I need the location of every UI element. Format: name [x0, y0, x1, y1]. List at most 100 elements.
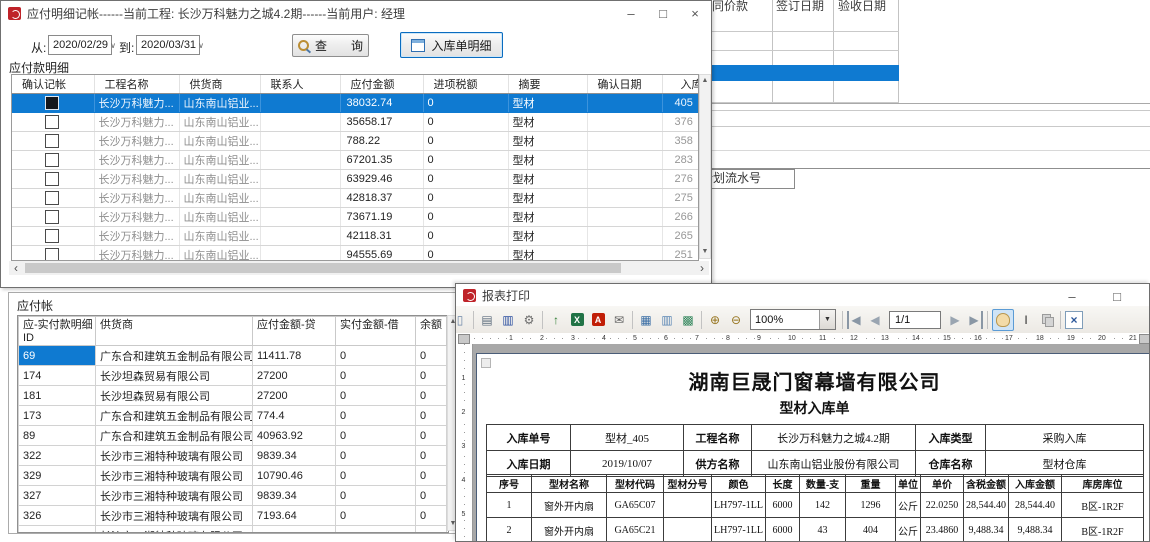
cell[interactable]: 283: [662, 151, 698, 170]
cell[interactable]: [587, 246, 662, 262]
cell[interactable]: 长沙坦森贸易有限公司: [96, 366, 253, 386]
table-row[interactable]: 长沙万科魅力...山东南山铝业...94555.690型材251: [12, 246, 698, 262]
maximize-button[interactable]: □: [1101, 284, 1133, 308]
table-row[interactable]: 长沙万科魅力...山东南山铝业...42118.310型材265: [12, 227, 698, 246]
cell[interactable]: 265: [662, 227, 698, 246]
cell[interactable]: 长沙万科魅力...: [94, 94, 179, 113]
cell[interactable]: 0: [416, 466, 447, 486]
cell[interactable]: [260, 246, 340, 262]
confirm-checkbox[interactable]: [45, 134, 59, 148]
cell[interactable]: 0: [336, 406, 416, 426]
zoom-in-icon[interactable]: ⊕: [706, 311, 724, 329]
cell[interactable]: 251: [662, 246, 698, 262]
table-row[interactable]: 322长沙市三湘特种玻璃有限公司9839.3400: [19, 446, 447, 466]
cell[interactable]: 山东南山铝业...: [179, 113, 260, 132]
table-row[interactable]: 长沙万科魅力...山东南山铝业...35658.170型材376: [12, 113, 698, 132]
minimize-button[interactable]: –: [615, 1, 647, 25]
cell[interactable]: 广东合和建筑五金制品有限公司: [96, 426, 253, 446]
cell[interactable]: [260, 208, 340, 227]
cell[interactable]: 69: [19, 346, 96, 366]
confirm-checkbox[interactable]: [45, 191, 59, 205]
cell[interactable]: 0: [423, 208, 508, 227]
cell[interactable]: [587, 189, 662, 208]
cell[interactable]: 0: [423, 94, 508, 113]
cell[interactable]: 山东南山铝业...: [179, 246, 260, 262]
title-bar[interactable]: 报表打印: [456, 284, 1149, 306]
save-icon[interactable]: ▦: [637, 311, 655, 329]
column-header[interactable]: 实付金额-借: [336, 317, 416, 346]
cell[interactable]: 67201.35: [340, 151, 423, 170]
table-row[interactable]: 89广东合和建筑五金制品有限公司40963.9200: [19, 426, 447, 446]
cell[interactable]: [260, 170, 340, 189]
cell[interactable]: [587, 113, 662, 132]
page-number-input[interactable]: 1/1: [889, 311, 941, 329]
cell[interactable]: 型材: [508, 94, 587, 113]
cell[interactable]: [587, 94, 662, 113]
plan-serial-field[interactable]: 计划流水号: [700, 169, 795, 189]
title-bar[interactable]: 应付明细记帐------当前工程: 长沙万科魅力之城4.2期------当前用户…: [1, 1, 711, 25]
cell[interactable]: 0: [336, 426, 416, 446]
cell[interactable]: 0: [336, 486, 416, 506]
cell[interactable]: 0: [416, 486, 447, 506]
column-header[interactable]: 摘要: [508, 75, 587, 94]
cell[interactable]: [416, 526, 447, 534]
zoom-out-icon[interactable]: ⊖: [727, 311, 745, 329]
chart-icon[interactable]: ▩: [679, 311, 697, 329]
cell[interactable]: 长沙万科魅力...: [94, 170, 179, 189]
cell[interactable]: 0: [416, 446, 447, 466]
chevron-down-icon[interactable]: ▼: [819, 310, 835, 329]
column-header[interactable]: 工程名称: [94, 75, 179, 94]
cell[interactable]: 27200: [253, 366, 336, 386]
cell[interactable]: 42118.31: [340, 227, 423, 246]
cell[interactable]: 型材: [508, 246, 587, 262]
cell[interactable]: 长沙万科魅力...: [94, 132, 179, 151]
scroll-right-icon[interactable]: ›: [695, 262, 709, 275]
table-row[interactable]: 327长沙市三湘特种玻璃有限公司9839.3400: [19, 486, 447, 506]
minimize-button[interactable]: –: [1056, 284, 1088, 308]
cell[interactable]: 11411.78: [253, 346, 336, 366]
column-header[interactable]: 确认记帐: [12, 75, 94, 94]
table-row[interactable]: 长沙万科魅力...山东南山铝业...73671.190型材266: [12, 208, 698, 227]
column-header[interactable]: 供货商: [179, 75, 260, 94]
column-header[interactable]: 联系人: [260, 75, 340, 94]
hand-tool-icon[interactable]: [992, 309, 1014, 331]
cell[interactable]: [260, 189, 340, 208]
table-row[interactable]: 长沙万科魅力...山东南山铝业...63929.460型材276: [12, 170, 698, 189]
pdf-icon[interactable]: A: [589, 311, 607, 329]
cell[interactable]: 长沙万科魅力...: [94, 189, 179, 208]
cell[interactable]: 9839.34: [253, 486, 336, 506]
cell[interactable]: 型材: [508, 132, 587, 151]
table-row[interactable]: 326长沙市三湘特种玻璃有限公司7193.6400: [19, 506, 447, 526]
cell[interactable]: 40963.92: [253, 426, 336, 446]
query-button[interactable]: 查 询: [292, 34, 369, 57]
prev-page-icon[interactable]: ◀: [866, 311, 884, 329]
cell[interactable]: 型材: [508, 189, 587, 208]
cell[interactable]: 788.22: [340, 132, 423, 151]
column-header[interactable]: 应-实付款明细ID: [19, 317, 96, 346]
cell[interactable]: 山东南山铝业...: [179, 208, 260, 227]
confirm-checkbox[interactable]: [45, 210, 59, 224]
cell[interactable]: 63929.46: [340, 170, 423, 189]
copy-icon[interactable]: [1038, 311, 1056, 329]
confirm-checkbox[interactable]: [45, 229, 59, 243]
cell[interactable]: [260, 94, 340, 113]
cell[interactable]: 0: [416, 406, 447, 426]
column-header[interactable]: 进项税额: [423, 75, 508, 94]
cell[interactable]: [587, 208, 662, 227]
column-header[interactable]: 确认日期: [587, 75, 662, 94]
cell[interactable]: 0: [423, 189, 508, 208]
from-date-select[interactable]: 2020/02/29 ∨: [48, 35, 112, 55]
cell[interactable]: 长沙市三湘特种玻璃有限公司: [96, 486, 253, 506]
cell[interactable]: 长沙万科魅力...: [94, 113, 179, 132]
cell[interactable]: 376: [662, 113, 698, 132]
cell[interactable]: 0: [336, 466, 416, 486]
book-icon[interactable]: ▥: [499, 311, 517, 329]
mail-icon[interactable]: ✉: [610, 311, 628, 329]
excel-icon[interactable]: X: [568, 311, 586, 329]
cell[interactable]: 276: [662, 170, 698, 189]
scroll-up-icon[interactable]: ▲: [702, 75, 709, 87]
cell[interactable]: 266: [662, 208, 698, 227]
detail-horizontal-scrollbar[interactable]: ‹ ›: [9, 261, 709, 275]
cell[interactable]: 广东合和建筑五金制品有限公司: [96, 406, 253, 426]
cell[interactable]: 0: [423, 246, 508, 262]
